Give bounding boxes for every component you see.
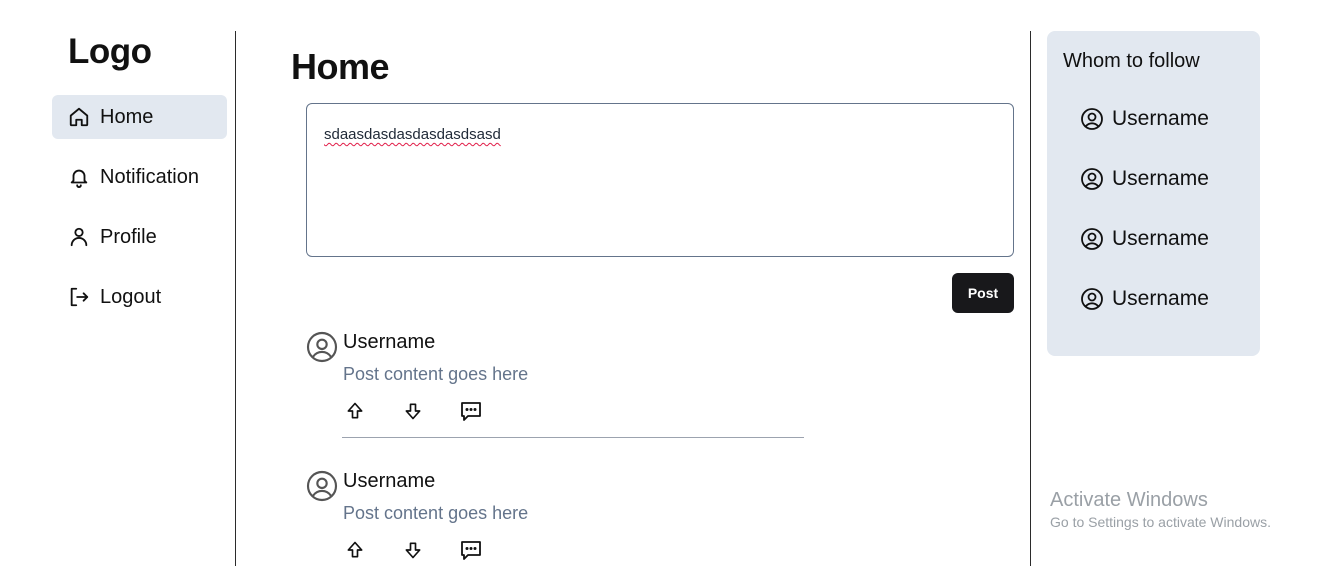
watermark-line2: Go to Settings to activate Windows. (1050, 514, 1271, 530)
activate-windows-watermark: Activate Windows Go to Settings to activ… (1050, 489, 1271, 530)
downvote-button[interactable] (401, 538, 425, 562)
follow-username: Username (1112, 167, 1209, 190)
follow-card-title: Whom to follow (1063, 50, 1200, 72)
follow-username: Username (1112, 107, 1209, 130)
upvote-button[interactable] (343, 399, 367, 423)
page-title: Home (291, 46, 390, 87)
comment-icon (461, 541, 481, 560)
post-divider (342, 437, 804, 438)
sidebar-item-label: Profile (100, 225, 157, 248)
post-content: Post content goes here (343, 503, 529, 523)
sidebar-item-label: Home (100, 105, 154, 128)
arrow-down-icon (405, 403, 421, 420)
user-icon (70, 227, 88, 247)
user-circle-icon (1081, 228, 1103, 250)
user-circle-icon (1081, 108, 1103, 130)
comment-button[interactable] (459, 399, 483, 423)
bell-icon (70, 169, 88, 188)
user-circle-icon[interactable] (306, 470, 338, 502)
post-actions (343, 538, 517, 562)
main-feed: Home sdaasdasdasdasdasdsasd Post Usernam… (236, 0, 1030, 566)
post-content: Post content goes here (343, 364, 529, 384)
upvote-button[interactable] (343, 538, 367, 562)
who-to-follow-card: Whom to follow Username Username Usernam… (1047, 31, 1260, 356)
home-icon (69, 107, 89, 127)
sidebar-item-home[interactable]: Home (52, 95, 227, 139)
post-username[interactable]: Username (343, 470, 435, 493)
follow-user-item[interactable]: Username (1080, 287, 1209, 311)
sidebar-item-notification[interactable]: Notification (52, 155, 227, 199)
post-button[interactable]: Post (952, 273, 1014, 313)
follow-username: Username (1112, 227, 1209, 250)
comment-button[interactable] (459, 538, 483, 562)
logo[interactable]: Logo (68, 32, 152, 72)
downvote-button[interactable] (401, 399, 425, 423)
arrow-up-icon (347, 402, 363, 419)
user-circle-icon (1081, 168, 1103, 190)
user-circle-icon[interactable] (306, 331, 338, 363)
post-actions (343, 399, 517, 423)
logout-icon (70, 287, 89, 307)
watermark-line1: Activate Windows (1050, 489, 1208, 511)
sidebar-item-label: Notification (100, 165, 199, 188)
follow-user-item[interactable]: Username (1080, 167, 1209, 191)
sidebar-item-logout[interactable]: Logout (52, 275, 227, 319)
user-circle-icon (1081, 288, 1103, 310)
follow-user-item[interactable]: Username (1080, 227, 1209, 251)
follow-username: Username (1112, 287, 1209, 310)
composer-value: sdaasdasdasdasdasdsasd (324, 126, 501, 143)
right-panel: Whom to follow Username Username Usernam… (1030, 31, 1326, 566)
post-username[interactable]: Username (343, 331, 435, 354)
follow-user-item[interactable]: Username (1080, 107, 1209, 131)
sidebar-item-profile[interactable]: Profile (52, 215, 227, 259)
comment-icon (461, 402, 481, 421)
sidebar-item-label: Logout (100, 285, 162, 308)
arrow-up-icon (347, 541, 363, 558)
post-item: Username Post content goes here (306, 331, 806, 441)
post-composer-input[interactable]: sdaasdasdasdasdasdsasd (306, 103, 1014, 257)
arrow-down-icon (405, 542, 421, 559)
post-item: Username Post content goes here (306, 470, 806, 566)
